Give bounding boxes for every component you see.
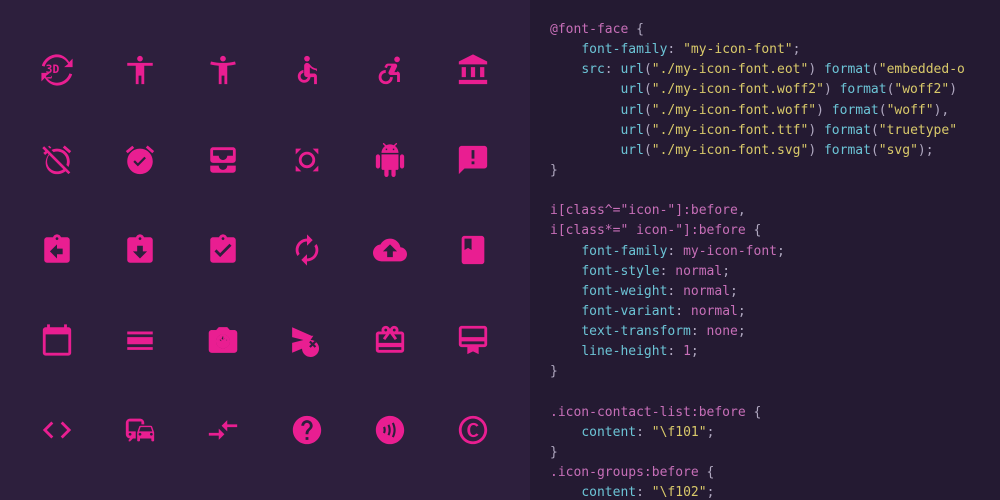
accessible-icon[interactable]: [270, 30, 343, 110]
account-balance-icon[interactable]: [437, 30, 510, 110]
svg-text:3D: 3D: [45, 62, 59, 76]
cancel-schedule-send-icon[interactable]: [270, 300, 343, 380]
assignment-return-icon[interactable]: [20, 210, 93, 290]
at-rule: @font-face: [550, 22, 628, 37]
commute-icon[interactable]: [103, 390, 176, 470]
code-editor: @font-face { font-family: "my-icon-font"…: [530, 0, 1000, 500]
assignment-returned-icon[interactable]: [103, 210, 176, 290]
backup-icon[interactable]: [353, 210, 426, 290]
icon-grid: 3D: [0, 0, 530, 500]
copyright-icon[interactable]: [437, 390, 510, 470]
book-icon[interactable]: [437, 210, 510, 290]
autorenew-icon[interactable]: [270, 210, 343, 290]
calendar-today-icon[interactable]: [20, 300, 93, 380]
camera-enhance-icon[interactable]: [187, 300, 260, 380]
assignment-turned-in-icon[interactable]: [187, 210, 260, 290]
compare-arrows-icon[interactable]: [187, 390, 260, 470]
accessible-forward-icon[interactable]: [353, 30, 426, 110]
all-out-icon[interactable]: [270, 120, 343, 200]
3d-rotation-icon[interactable]: 3D: [20, 30, 93, 110]
all-inbox-icon[interactable]: [187, 120, 260, 200]
calendar-view-day-icon[interactable]: [103, 300, 176, 380]
android-icon[interactable]: [353, 120, 426, 200]
alarm-off-icon[interactable]: [20, 120, 93, 200]
help-icon[interactable]: [270, 390, 343, 470]
card-giftcard-icon[interactable]: [353, 300, 426, 380]
card-membership-icon[interactable]: [437, 300, 510, 380]
contactless-icon[interactable]: [353, 390, 426, 470]
code-icon[interactable]: [20, 390, 93, 470]
accessibility-icon[interactable]: [103, 30, 176, 110]
accessibility-new-icon[interactable]: [187, 30, 260, 110]
announcement-icon[interactable]: [437, 120, 510, 200]
alarm-on-icon[interactable]: [103, 120, 176, 200]
